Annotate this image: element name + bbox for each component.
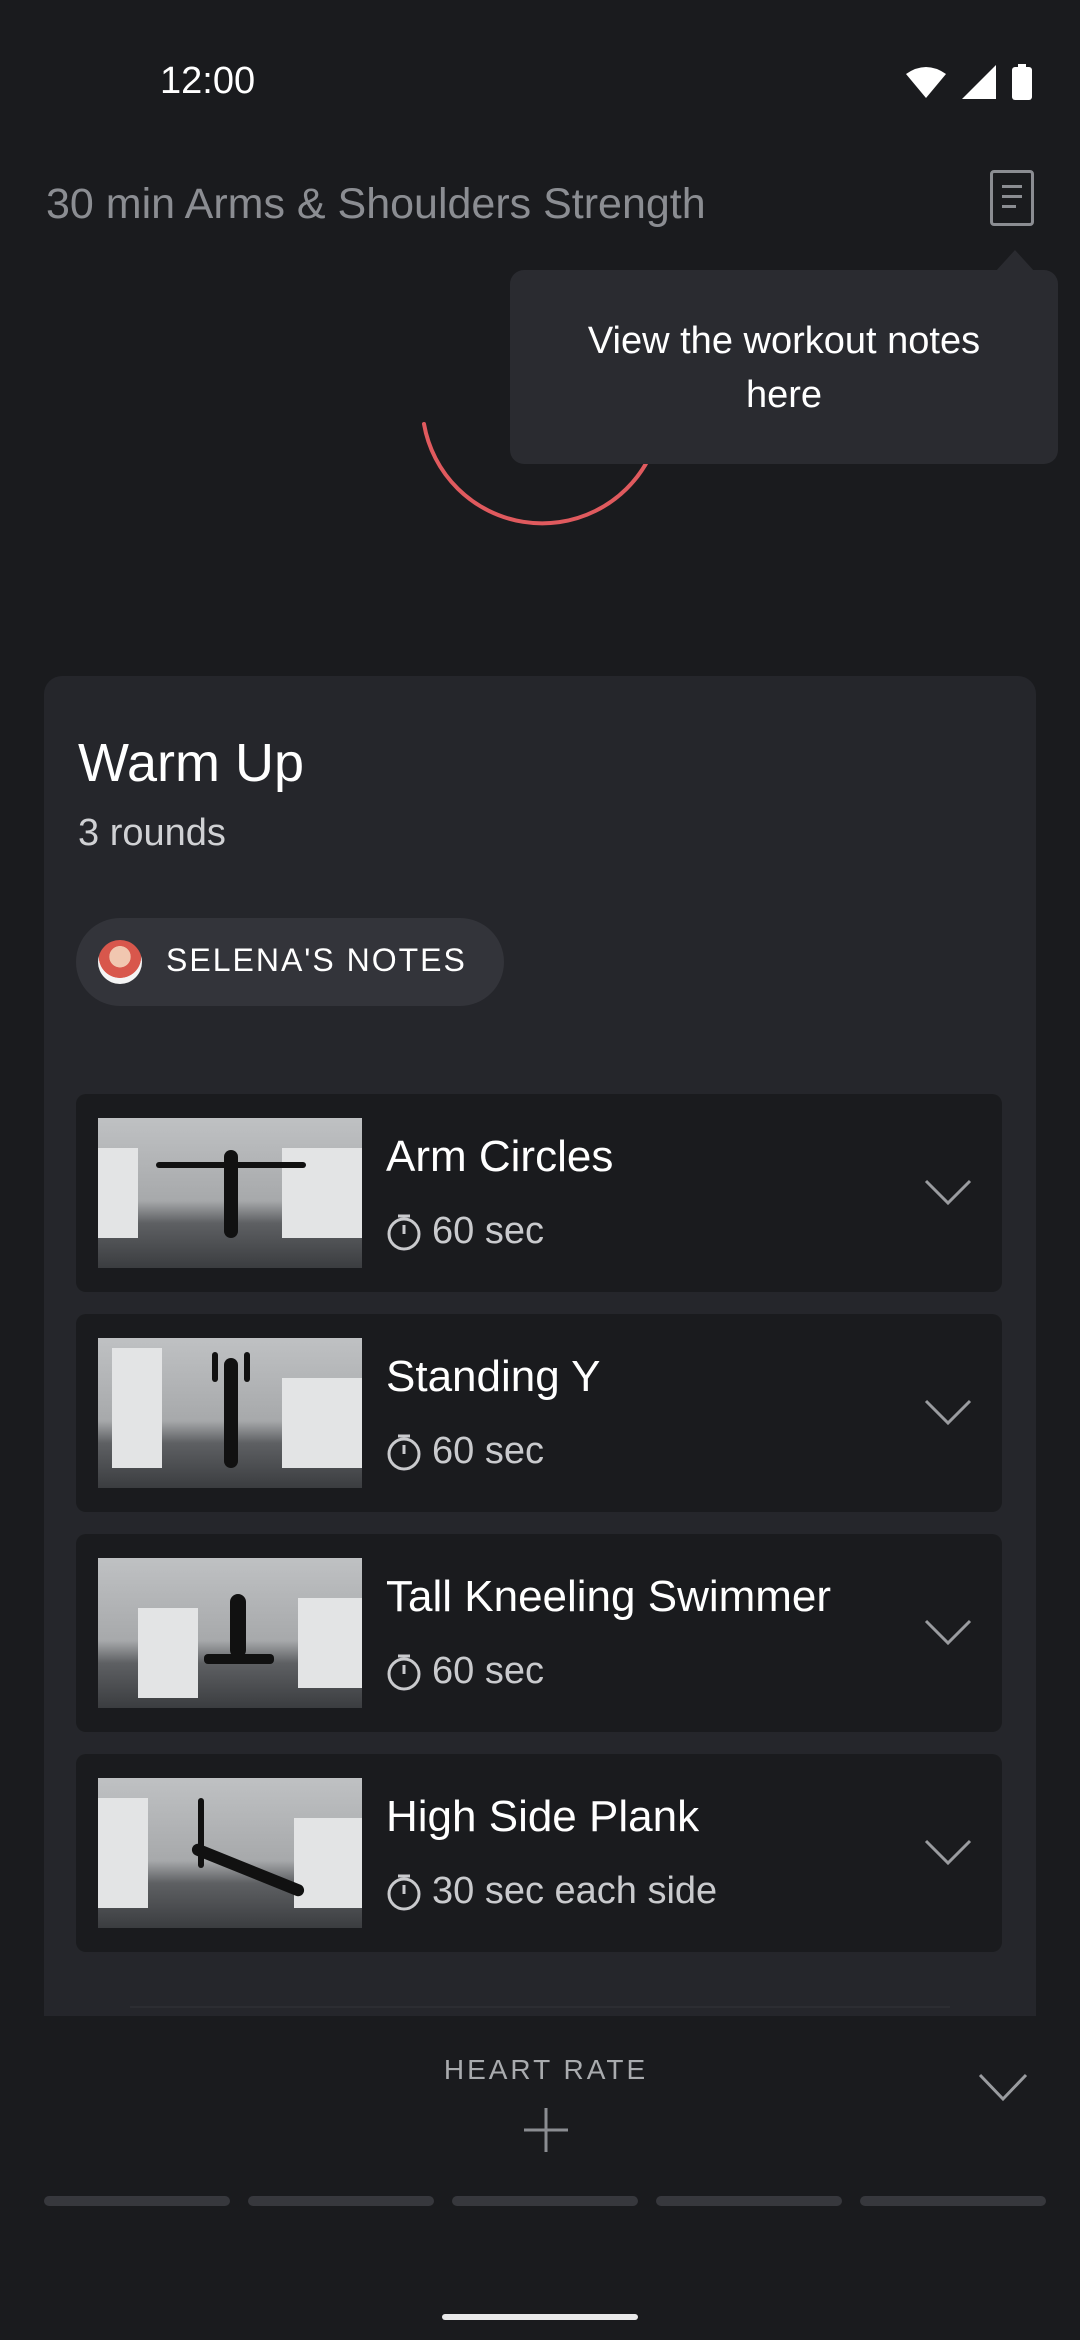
progress-segment — [44, 2196, 230, 2206]
chevron-down-icon[interactable] — [924, 1618, 972, 1646]
exercise-duration-text: 60 sec — [432, 1210, 544, 1252]
section-title: Warm Up — [78, 733, 304, 793]
exercise-name: Tall Kneeling Swimmer — [386, 1572, 832, 1621]
exercise-item[interactable]: High Side Plank 30 sec each side — [76, 1754, 1002, 1952]
timer-icon — [387, 1874, 421, 1910]
exercise-duration-text: 60 sec — [432, 1650, 544, 1692]
warm-up-card: Warm Up 3 rounds SELENA'S NOTES Arm Circ… — [44, 676, 1036, 2016]
progress-segment — [452, 2196, 638, 2206]
trainer-notes-button[interactable]: SELENA'S NOTES — [76, 918, 504, 1006]
exercise-thumbnail — [98, 1118, 362, 1268]
exercise-name: High Side Plank — [386, 1792, 700, 1841]
heart-rate-label: HEART RATE — [443, 2054, 649, 2085]
tooltip-arrow — [995, 250, 1035, 272]
exercise-duration: 30 sec each side — [386, 1870, 717, 1913]
chevron-down-icon[interactable] — [924, 1838, 972, 1866]
exercise-item[interactable]: Standing Y 60 sec — [76, 1314, 1002, 1512]
divider — [130, 2006, 950, 2008]
timer-icon — [387, 1654, 421, 1690]
trainer-avatar — [98, 940, 142, 984]
chevron-down-icon[interactable] — [924, 1398, 972, 1426]
exercise-thumbnail — [98, 1558, 362, 1708]
workout-screen: 12:00 30 min Arms & Shoulders Strength V… — [0, 0, 1080, 2340]
exercise-duration: 60 sec — [386, 1650, 544, 1693]
exercise-duration: 60 sec — [386, 1210, 544, 1253]
exercise-duration-text: 30 sec each side — [432, 1870, 718, 1912]
workout-notes-tooltip[interactable]: View the workout notes here — [510, 270, 1058, 464]
exercise-name: Arm Circles — [386, 1132, 614, 1181]
exercise-duration-text: 60 sec — [432, 1430, 544, 1472]
section-rounds: 3 rounds — [78, 812, 226, 854]
chevron-down-icon[interactable] — [924, 1178, 972, 1206]
home-indicator[interactable] — [442, 2314, 638, 2320]
exercise-item[interactable]: Tall Kneeling Swimmer 60 sec — [76, 1534, 1002, 1732]
progress-segment — [656, 2196, 842, 2206]
progress-segment — [248, 2196, 434, 2206]
progress-segment — [860, 2196, 1046, 2206]
trainer-notes-label: SELENA'S NOTES — [166, 942, 467, 978]
exercise-duration: 60 sec — [386, 1430, 544, 1473]
exercise-item[interactable]: Arm Circles 60 sec — [76, 1094, 1002, 1292]
timer-icon — [387, 1434, 421, 1470]
exercise-thumbnail — [98, 1338, 362, 1488]
timer-icon — [387, 1214, 421, 1250]
tooltip-text: View the workout notes here — [587, 320, 981, 416]
add-heart-rate-icon[interactable] — [524, 2108, 568, 2152]
exercise-name: Standing Y — [386, 1352, 601, 1401]
exercise-thumbnail — [98, 1778, 362, 1928]
chevron-down-icon[interactable] — [978, 2072, 1028, 2102]
workout-progress-segments — [44, 2196, 1046, 2206]
